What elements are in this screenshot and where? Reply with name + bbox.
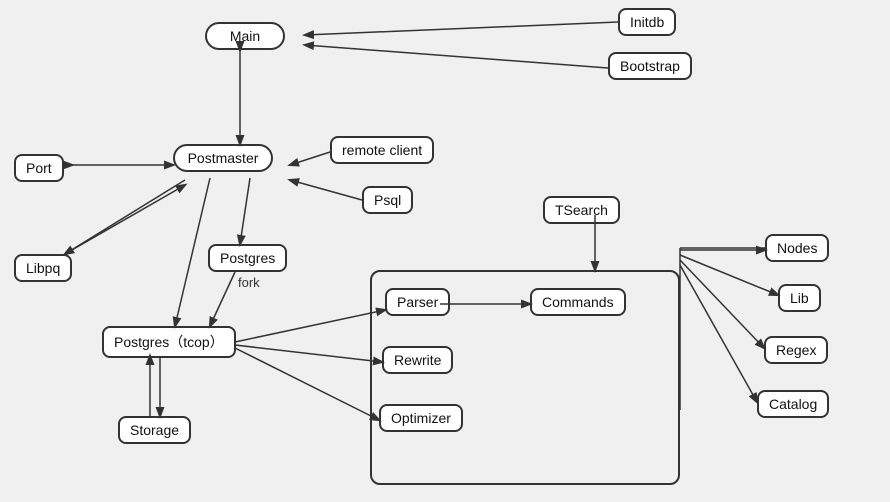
node-catalog: Catalog: [757, 390, 829, 418]
node-lib: Lib: [778, 284, 821, 312]
node-port: Port: [14, 154, 64, 182]
node-parser: Parser: [385, 288, 450, 316]
node-storage: Storage: [118, 416, 191, 444]
node-nodes: Nodes: [765, 234, 829, 262]
node-rewrite: Rewrite: [382, 346, 453, 374]
node-postgres: Postgres: [208, 244, 287, 272]
node-bootstrap: Bootstrap: [608, 52, 692, 80]
fork-label: fork: [238, 275, 260, 290]
diagram-container: Main Initdb Bootstrap Port Postmaster re…: [0, 0, 890, 502]
node-commands: Commands: [530, 288, 626, 316]
node-remote-client: remote client: [330, 136, 434, 164]
node-tsearch: TSearch: [543, 196, 620, 224]
node-psql: Psql: [362, 186, 413, 214]
node-initdb: Initdb: [618, 8, 676, 36]
node-postgres-tcop: Postgres（tcop）: [102, 326, 236, 358]
node-optimizer: Optimizer: [379, 404, 463, 432]
node-libpq: Libpq: [14, 254, 72, 282]
node-main: Main: [205, 22, 285, 50]
node-regex: Regex: [764, 336, 828, 364]
node-postmaster: Postmaster: [173, 144, 273, 172]
